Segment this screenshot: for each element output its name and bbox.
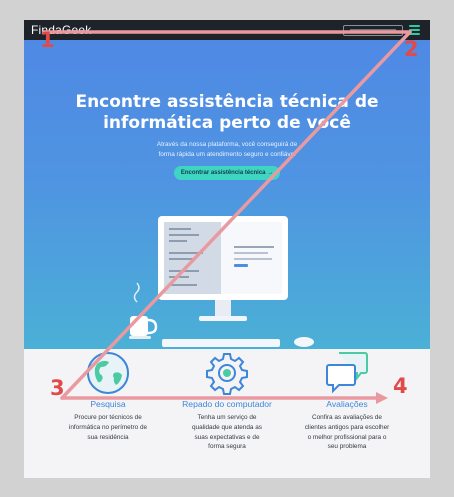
coffee-cup	[130, 316, 148, 336]
monitor-neck	[215, 300, 231, 316]
page-frame: FindaGeek Encontre assistência técnica d…	[24, 20, 430, 478]
annotation-marker-1: 1	[40, 28, 55, 52]
feature-description: Tenha um serviço de qualidade que atenda…	[191, 414, 262, 451]
globe-icon	[87, 352, 129, 394]
navbar-button-text-placeholder	[350, 29, 396, 31]
steam	[133, 282, 140, 303]
annotation-marker-4: 4	[393, 374, 408, 398]
monitor-base	[199, 316, 247, 321]
gear-icon	[206, 353, 248, 395]
computer-desk-illustration	[129, 216, 314, 347]
feature-description: Procure por técnicos de informática no p…	[68, 414, 148, 441]
annotation-marker-3: 3	[50, 376, 65, 400]
feature-description: Confira as avaliações de clientes antigo…	[304, 414, 390, 451]
annotation-marker-2: 2	[404, 37, 419, 61]
keyboard	[162, 339, 280, 347]
feature-repair: Repado do computador Tenha um serviço de…	[162, 349, 292, 452]
navbar: FindaGeek	[24, 20, 430, 40]
feature-reviews: Avaliações Confira as avaliações de clie…	[282, 349, 412, 452]
features-section: Pesquisa Procure por técnicos de informá…	[24, 349, 430, 478]
chat-bubbles-icon	[326, 352, 368, 394]
hamburger-menu-icon[interactable]	[409, 25, 420, 35]
feature-title: Repado do computador	[182, 399, 272, 409]
feature-title: Avaliações	[326, 399, 368, 409]
mouse	[294, 337, 314, 347]
feature-title: Pesquisa	[90, 399, 126, 409]
navbar-button[interactable]	[343, 25, 403, 36]
